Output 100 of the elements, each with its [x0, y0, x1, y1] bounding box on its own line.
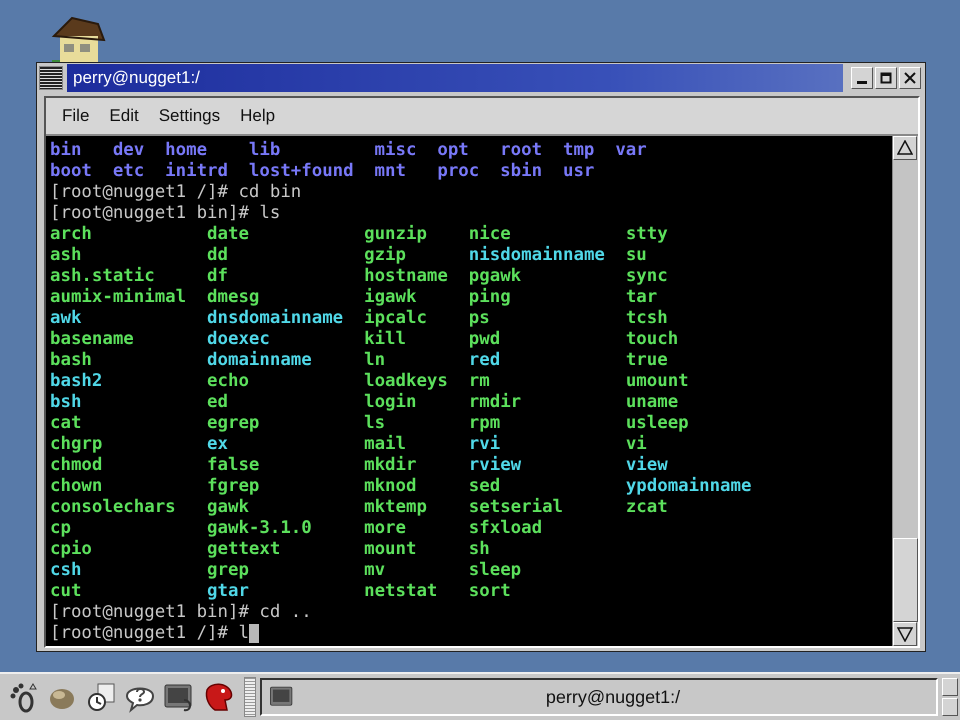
menu-item[interactable]: Edit	[101, 102, 147, 130]
file-name: domainname	[207, 350, 312, 371]
panel-button[interactable]	[942, 678, 958, 696]
scroll-down-button[interactable]	[893, 622, 917, 646]
file-name: zcat	[626, 497, 668, 518]
file-name: egrep	[207, 413, 260, 434]
window-menu-button[interactable]	[39, 66, 63, 90]
file-name: nice	[468, 224, 511, 245]
file-name: initrd	[165, 161, 228, 182]
file-name: netstat	[364, 581, 438, 602]
file-name: gawk-3.1.0	[207, 518, 312, 539]
file-name: var	[615, 140, 647, 161]
file-name: gtar	[207, 581, 249, 602]
file-name: ping	[468, 287, 511, 308]
file-name: ed	[207, 392, 228, 413]
file-name: rmdir	[468, 392, 522, 413]
panel-button[interactable]	[942, 698, 958, 716]
menu-item[interactable]: Settings	[150, 102, 228, 130]
file-name: mnt	[374, 161, 406, 182]
file-name: mknod	[364, 476, 416, 497]
file-name: vi	[626, 434, 647, 455]
file-name: cut	[50, 581, 82, 602]
maximize-icon	[880, 72, 892, 84]
scroll-thumb[interactable]	[893, 538, 918, 622]
file-name: lost+found	[248, 161, 354, 182]
menu-item[interactable]: Help	[232, 102, 284, 130]
file-name: root	[500, 140, 542, 161]
file-name: misc	[374, 140, 416, 161]
file-name: ash.static	[50, 266, 155, 287]
file-name: mktemp	[364, 497, 427, 518]
file-name: tmp	[562, 140, 594, 161]
file-name: usr	[562, 161, 594, 182]
file-name: usleep	[626, 413, 689, 434]
file-name: view	[626, 455, 668, 476]
file-name: false	[207, 455, 260, 476]
file-name: echo	[207, 371, 249, 392]
file-name: rview	[468, 455, 522, 476]
file-name: red	[468, 350, 500, 371]
file-name: rm	[468, 371, 490, 392]
file-name: gzip	[364, 245, 406, 266]
file-name: gunzip	[364, 224, 427, 245]
file-name: kill	[364, 329, 406, 350]
file-name: ls	[364, 413, 386, 434]
file-name: more	[364, 518, 406, 539]
file-name: loadkeys	[364, 371, 448, 392]
command-line: [root@nugget1 /]# l	[50, 623, 249, 644]
close-icon	[904, 72, 916, 84]
minimize-button[interactable]	[851, 67, 873, 89]
file-name: dd	[207, 245, 228, 266]
window-title: perry@nugget1:/	[73, 68, 200, 88]
file-name: csh	[50, 560, 82, 581]
close-button[interactable]	[899, 67, 921, 89]
file-name: umount	[626, 371, 689, 392]
file-name: igawk	[364, 287, 416, 308]
file-name: cpio	[50, 539, 92, 560]
file-name: consolechars	[50, 497, 176, 518]
file-name: sbin	[500, 161, 542, 182]
scroll-up-button[interactable]	[893, 136, 917, 160]
file-name: sed	[468, 476, 500, 497]
file-name: nisdomainname	[468, 245, 605, 266]
file-name: chmod	[50, 455, 102, 476]
file-name: sync	[626, 266, 668, 287]
file-name: bin	[50, 140, 82, 161]
file-name: chgrp	[50, 434, 102, 455]
file-name: cat	[50, 413, 82, 434]
file-name: bsh	[50, 392, 82, 413]
file-name: aumix-minimal	[50, 287, 186, 308]
triangle-up-icon	[897, 140, 913, 156]
file-name: bash2	[50, 371, 102, 392]
file-name: proc	[437, 161, 480, 182]
file-name: mail	[364, 434, 406, 455]
file-name: login	[364, 392, 416, 413]
file-name: pgawk	[468, 266, 522, 287]
file-name: gawk	[207, 497, 249, 518]
task-button[interactable]: perry@nugget1:/	[260, 678, 938, 716]
file-name: sleep	[468, 560, 522, 581]
file-name: sfxload	[468, 518, 542, 539]
file-name: grep	[207, 560, 249, 581]
triangle-down-icon	[897, 626, 913, 642]
panel-handle[interactable]	[244, 677, 256, 717]
file-name: basename	[50, 329, 134, 350]
maximize-button[interactable]	[875, 67, 897, 89]
file-name: arch	[50, 224, 92, 245]
file-name: rvi	[468, 434, 500, 455]
menu-item[interactable]: File	[54, 102, 98, 130]
minimize-icon	[857, 80, 867, 84]
file-name: dnsdomainname	[207, 308, 344, 329]
file-name: mount	[364, 539, 416, 560]
file-name: true	[626, 350, 668, 371]
file-name: gettext	[207, 539, 280, 560]
file-name: dmesg	[207, 287, 260, 308]
file-name: mv	[364, 560, 386, 581]
file-name: ipcalc	[364, 308, 427, 329]
file-name: sort	[468, 581, 511, 602]
command-line: [root@nugget1 /]# cd bin	[50, 182, 302, 203]
file-name: chown	[50, 476, 102, 497]
file-name: bash	[50, 350, 92, 371]
file-name: dev	[112, 140, 144, 161]
file-name: hostname	[364, 266, 448, 287]
file-name: lib	[248, 140, 280, 161]
